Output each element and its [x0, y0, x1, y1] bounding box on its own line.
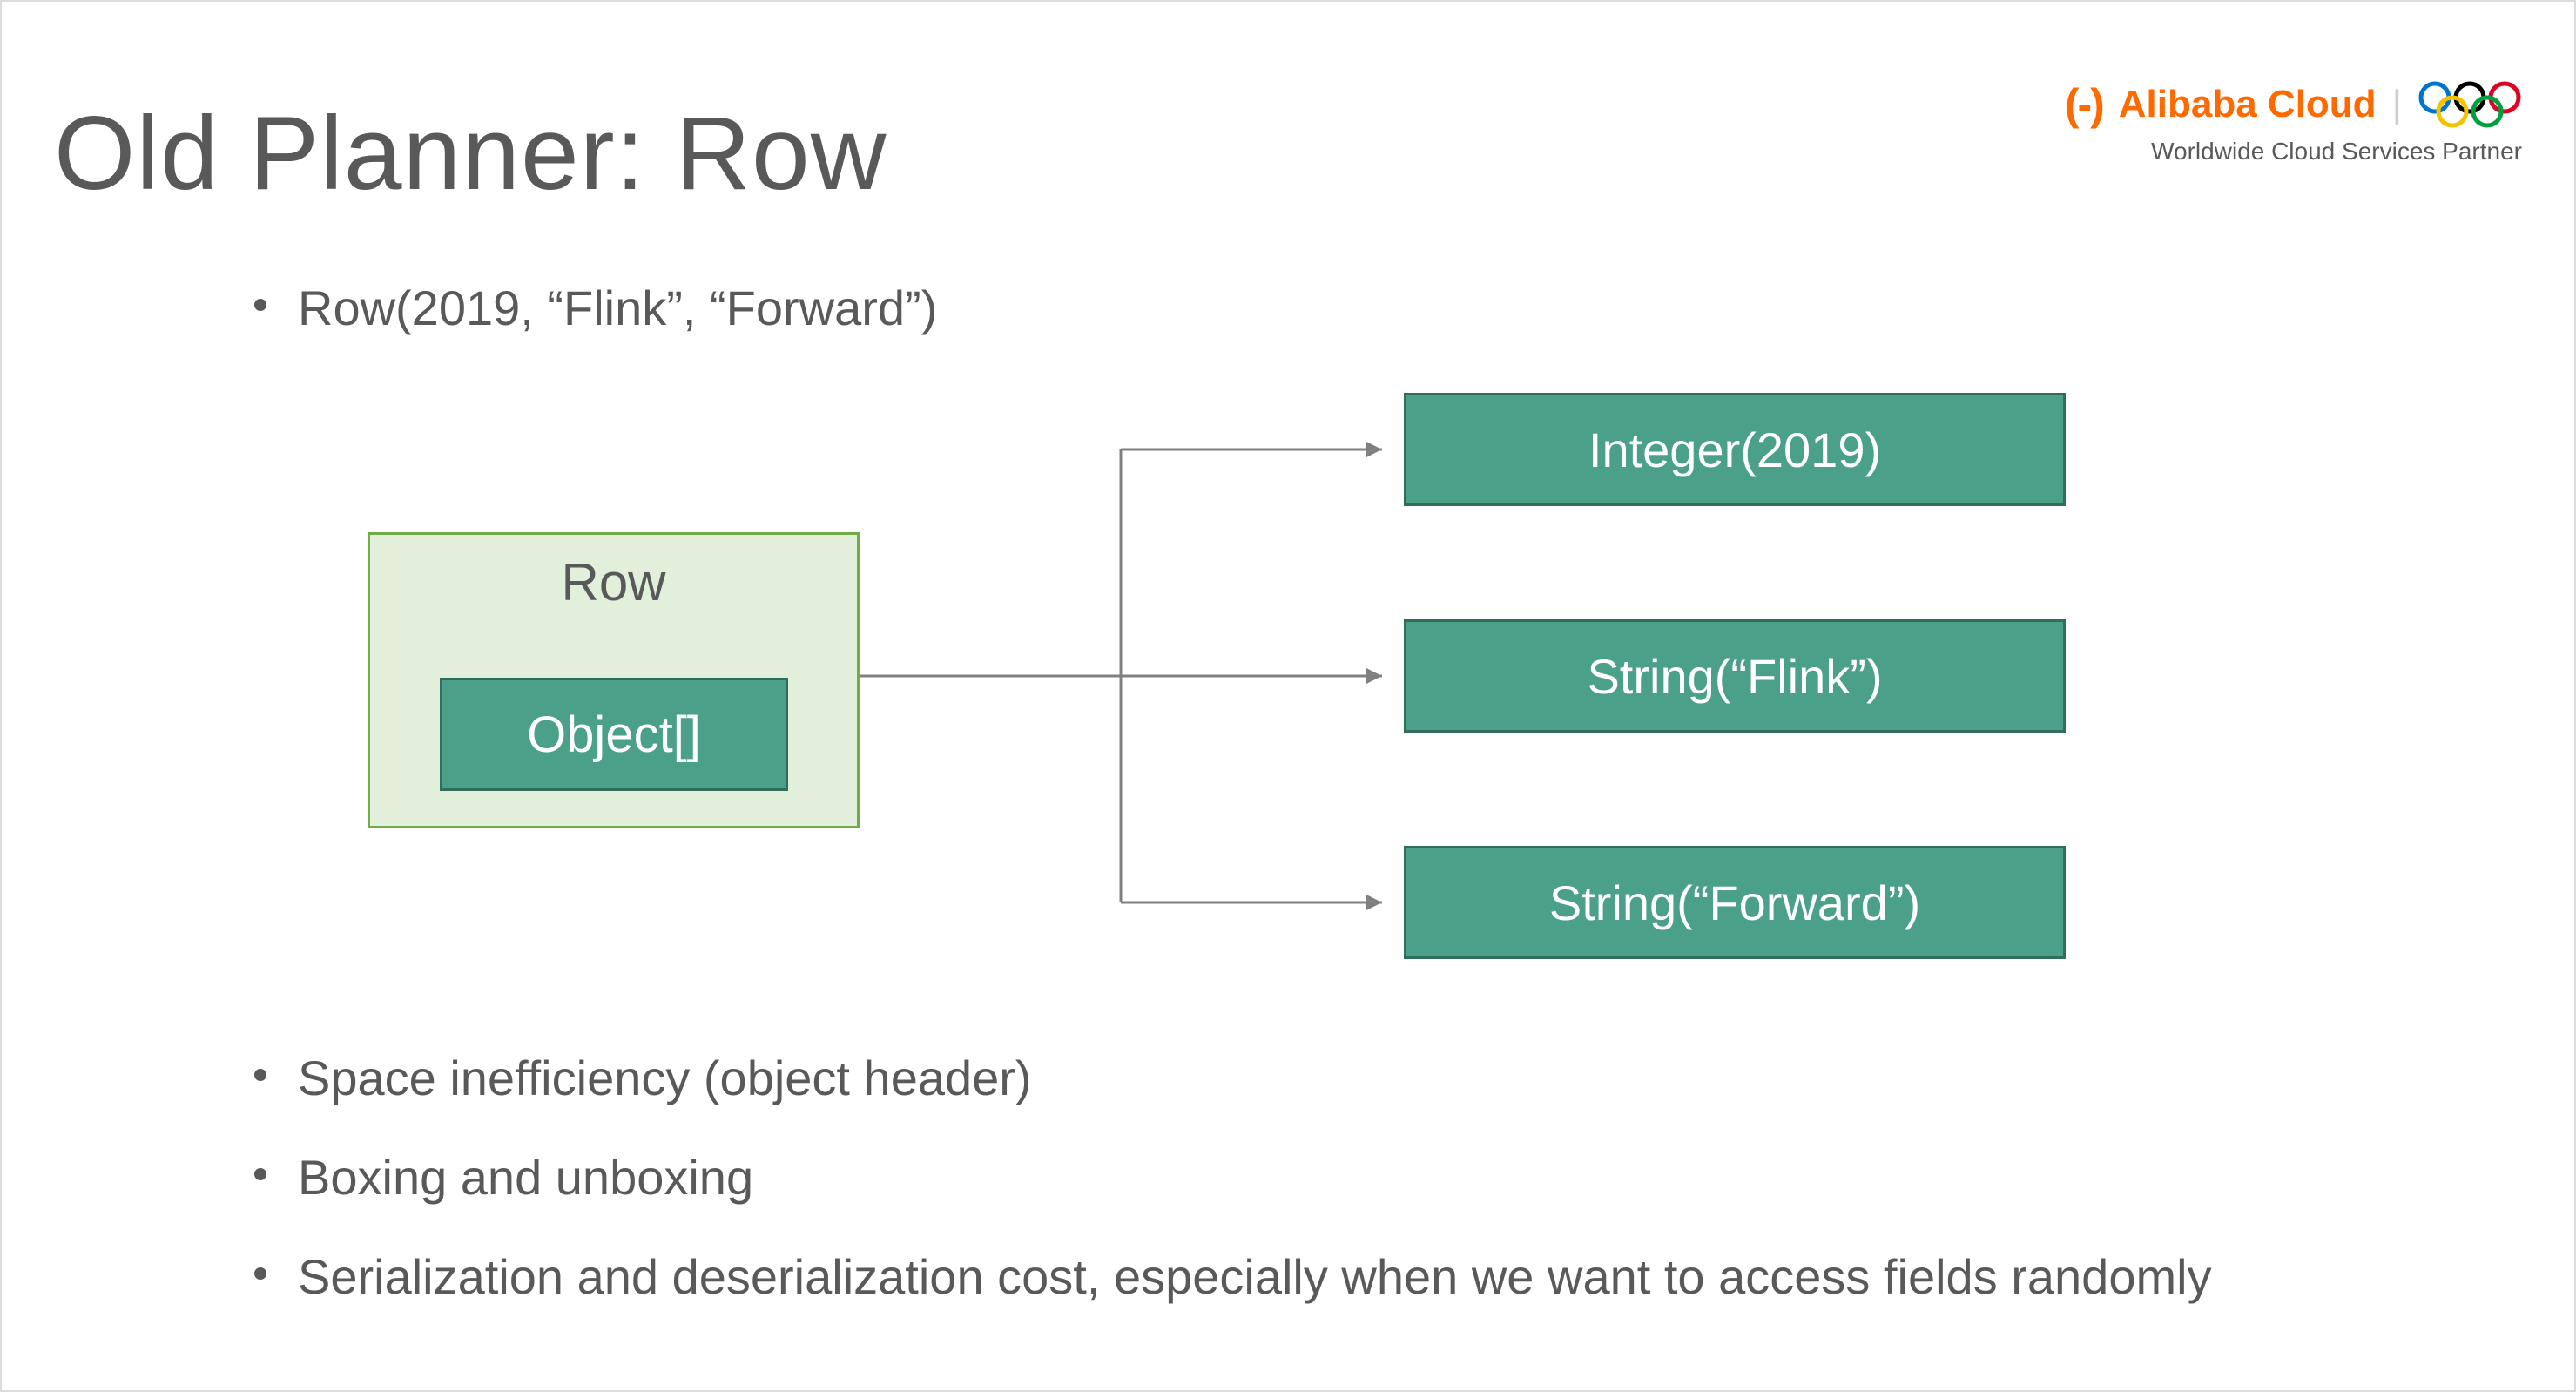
bullet-space: Space inefficiency (object header) — [254, 1042, 2470, 1115]
logo-row: (‑) Alibaba Cloud | — [2065, 80, 2522, 129]
bullet-boxing: Boxing and unboxing — [254, 1141, 2470, 1214]
connector-lines — [860, 380, 1469, 1007]
alibaba-brand-name: Alibaba Cloud — [2119, 85, 2377, 124]
top-bullet-list: Row(2019, “Flink”, “Forward”) — [254, 272, 2470, 345]
value-box-string-forward: String(“Forward”) — [1404, 846, 2066, 959]
olympic-rings-icon — [2418, 80, 2522, 129]
row-label: Row — [370, 552, 857, 612]
logo-tagline: Worldwide Cloud Services Partner — [2065, 138, 2522, 166]
logo-separator: | — [2392, 85, 2402, 124]
row-container-box: Row Object[] — [368, 532, 860, 828]
bottom-bullet-list: Space inefficiency (object header) Boxin… — [254, 1042, 2470, 1314]
object-array-box: Object[] — [440, 678, 788, 791]
bullet-serialization: Serialization and deserialization cost, … — [254, 1240, 2470, 1314]
bullet-top: Row(2019, “Flink”, “Forward”) — [254, 272, 2470, 345]
value-box-string-flink: String(“Flink”) — [1404, 619, 2066, 733]
slide-title: Old Planner: Row — [54, 93, 887, 213]
value-box-integer: Integer(2019) — [1404, 393, 2066, 506]
logo-area: (‑) Alibaba Cloud | Worldwide Cloud Serv… — [2065, 80, 2522, 166]
content-area: Row(2019, “Flink”, “Forward”) Row Object… — [254, 272, 2470, 1340]
diagram: Row Object[] Integer(2019) String(“Flink — [254, 380, 2470, 1007]
slide-container: Old Planner: Row (‑) Alibaba Cloud | Wor… — [0, 0, 2576, 1392]
alibaba-logo-icon: (‑) — [2065, 83, 2103, 126]
